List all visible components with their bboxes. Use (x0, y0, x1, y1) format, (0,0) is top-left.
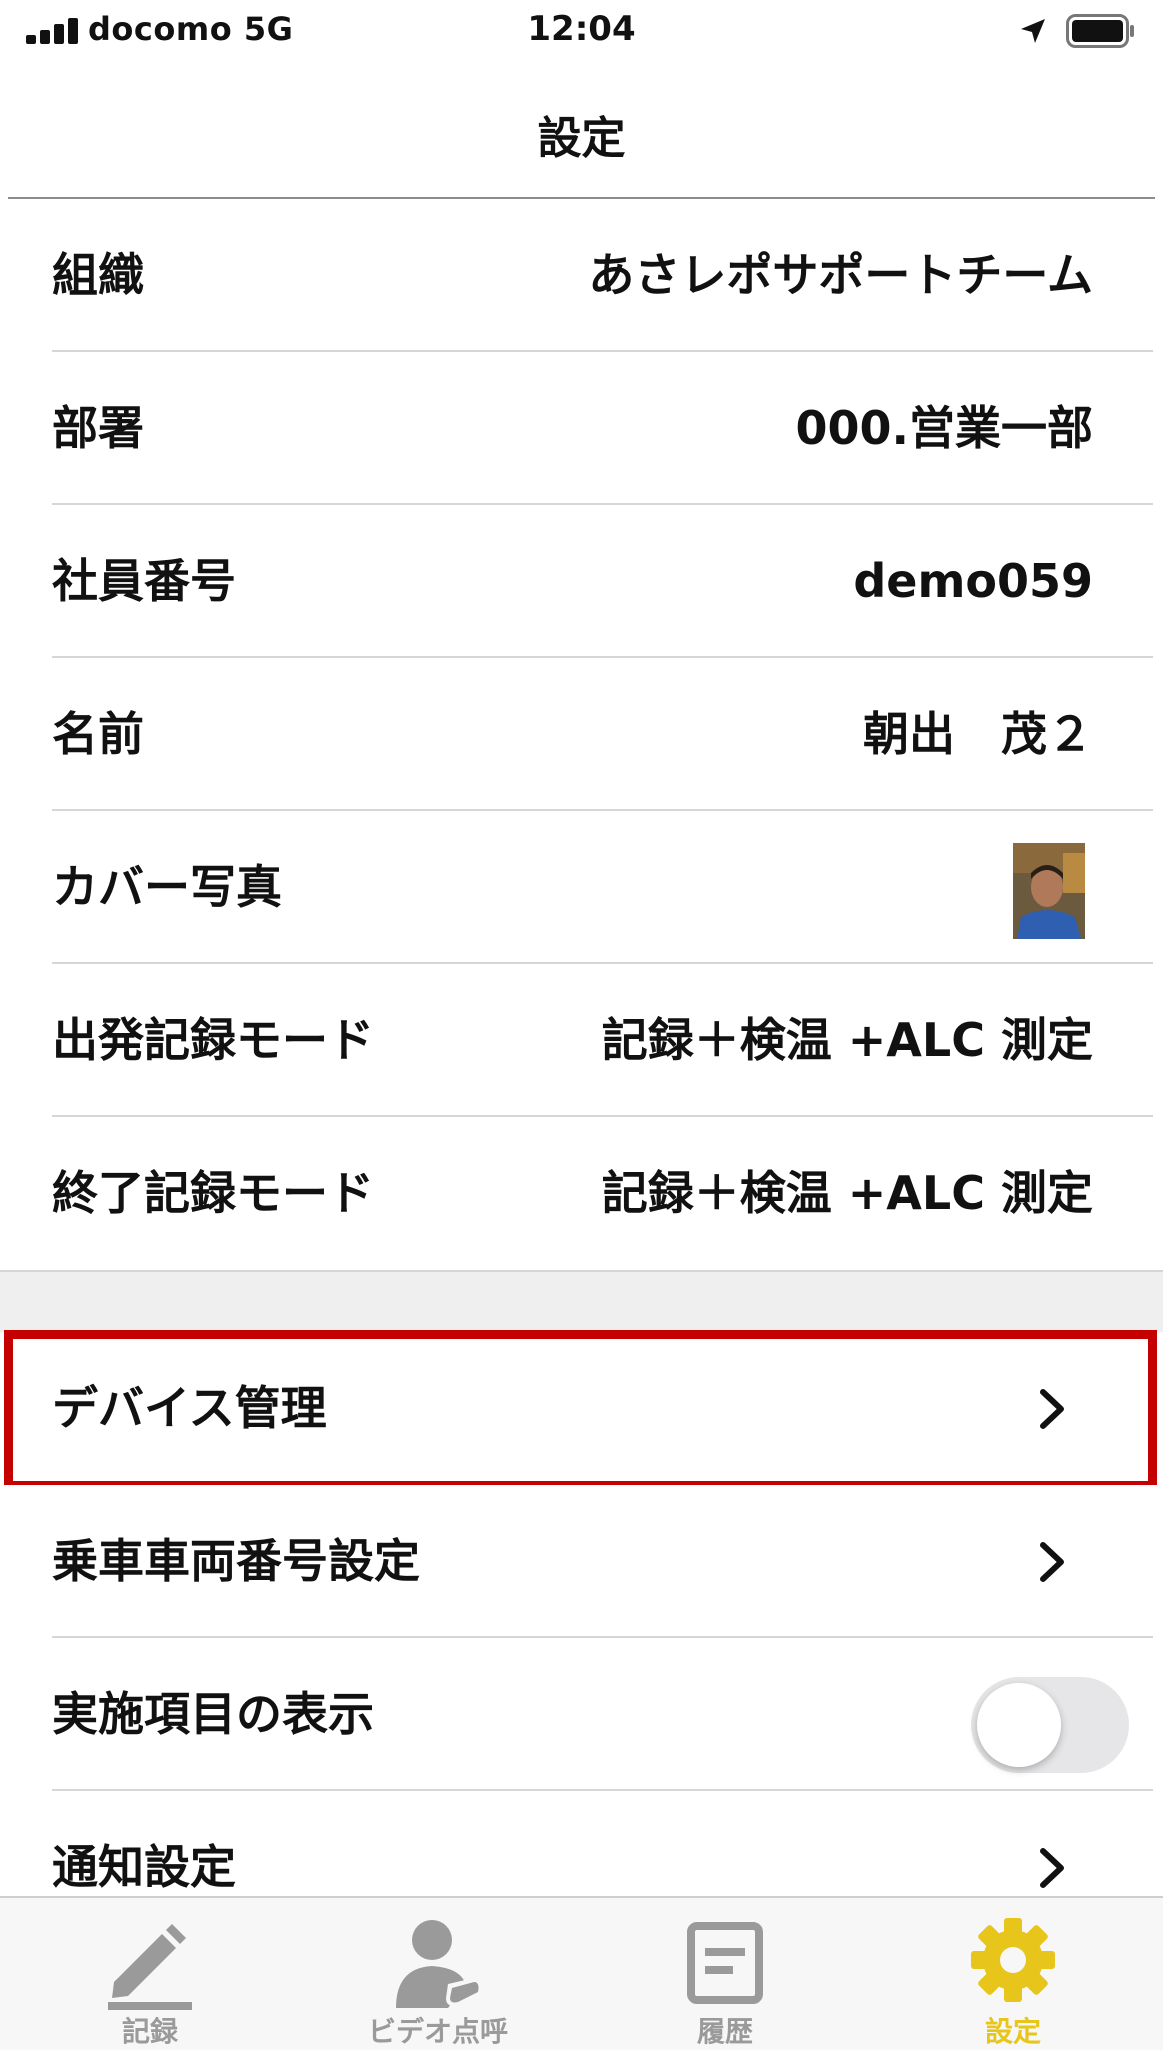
row-vehicle-number[interactable]: 乗車車両番号設定 (0, 1485, 1163, 1638)
row-departure-mode: 出発記録モード 記録＋検温 +ALC 測定 (0, 964, 1163, 1117)
navigation-bar: 設定 (0, 62, 1163, 198)
signal-icon (26, 18, 80, 44)
department-label: 部署 (52, 401, 144, 455)
row-show-items: 実施項目の表示 (0, 1638, 1163, 1791)
history-document-icon (687, 1922, 763, 2004)
tab-settings[interactable]: 設定 (868, 1898, 1158, 2050)
chevron-right-icon (1040, 1542, 1064, 1582)
show-items-label: 実施項目の表示 (52, 1687, 374, 1741)
department-value: 000.営業一部 (795, 401, 1094, 455)
employee-number-value: demo059 (853, 554, 1093, 608)
tab-history[interactable]: 履歴 (580, 1898, 870, 2050)
row-organization: 組織 あさレポサポートチーム (0, 199, 1163, 352)
tab-video-rollcall[interactable]: ビデオ点呼 (293, 1898, 583, 2050)
cover-photo-thumbnail[interactable] (1013, 843, 1085, 939)
video-call-person-icon (396, 1920, 483, 2008)
row-end-mode: 終了記録モード 記録＋検温 +ALC 測定 (0, 1117, 1163, 1270)
chevron-right-icon (1040, 1389, 1064, 1429)
status-bar: docomo 5G 12:04 (0, 0, 1163, 62)
row-name: 名前 朝出 茂２ (0, 658, 1163, 811)
tab-label: 履歴 (696, 2015, 753, 2048)
row-department: 部署 000.営業一部 (0, 352, 1163, 505)
tab-label: 記録 (121, 2015, 178, 2048)
tab-label: 設定 (984, 2015, 1041, 2048)
pencil-icon (108, 1924, 192, 2010)
tab-label: ビデオ点呼 (367, 2015, 508, 2048)
tab-bar: 記録 ビデオ点呼 履歴 設定 (0, 1896, 1163, 2050)
status-time: 12:04 (527, 9, 636, 49)
page-title: 設定 (537, 113, 626, 164)
toggle-knob (977, 1683, 1061, 1767)
section-separator (0, 1270, 1163, 1332)
name-label: 名前 (52, 707, 144, 761)
tab-record[interactable]: 記録 (5, 1898, 295, 2050)
chevron-right-icon (1040, 1848, 1064, 1888)
employee-number-label: 社員番号 (52, 554, 236, 608)
organization-label: 組織 (52, 248, 144, 302)
show-items-toggle[interactable] (971, 1677, 1129, 1773)
gear-icon (971, 1918, 1055, 2002)
organization-value: あさレポサポートチーム (588, 248, 1093, 302)
departure-mode-label: 出発記録モード (52, 1013, 374, 1067)
departure-mode-value: 記録＋検温 +ALC 測定 (601, 1013, 1093, 1067)
vehicle-number-label: 乗車車両番号設定 (52, 1534, 420, 1588)
row-employee-number: 社員番号 demo059 (0, 505, 1163, 658)
device-management-label: デバイス管理 (52, 1381, 327, 1435)
cover-photo-label: カバー写真 (52, 860, 282, 914)
location-arrow-icon (1021, 19, 1045, 43)
end-mode-value: 記録＋検温 +ALC 測定 (601, 1166, 1093, 1220)
row-device-management[interactable]: デバイス管理 (0, 1332, 1163, 1485)
row-cover-photo[interactable]: カバー写真 (0, 811, 1163, 964)
carrier-label: docomo 5G (88, 10, 294, 48)
battery-icon (1066, 14, 1134, 48)
name-value: 朝出 茂２ (863, 707, 1093, 761)
end-mode-label: 終了記録モード (52, 1166, 374, 1220)
